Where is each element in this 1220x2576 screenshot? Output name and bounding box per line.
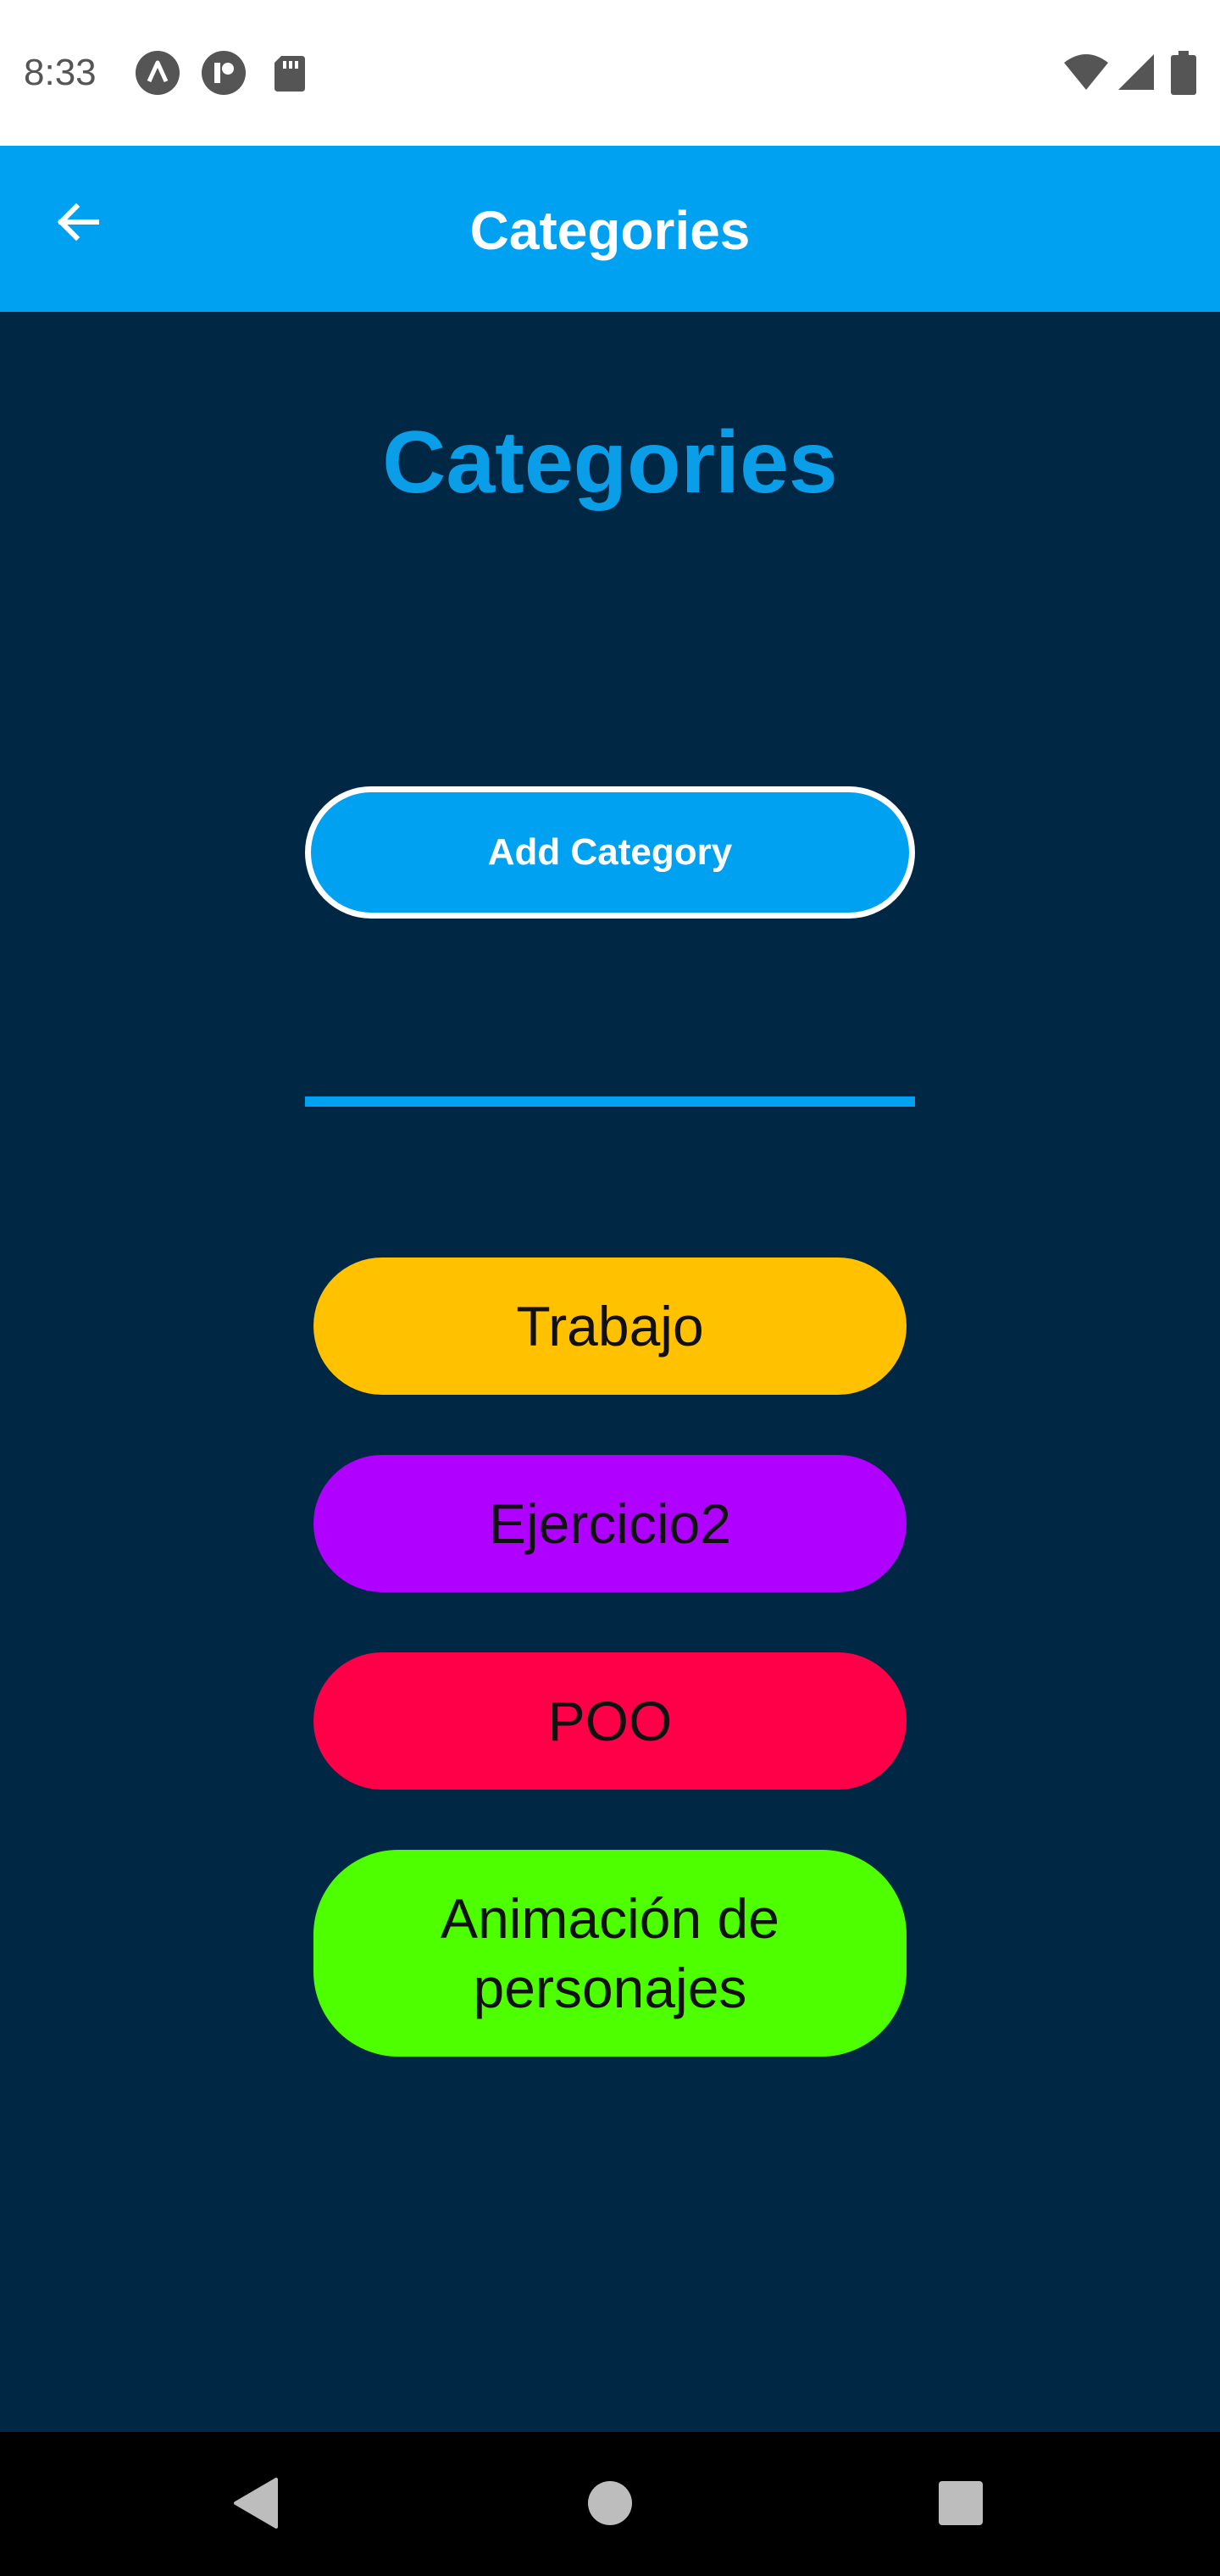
- notification-icon: [202, 51, 246, 95]
- app-bar-title: Categories: [469, 200, 751, 261]
- category-item-trabajo[interactable]: Trabajo: [313, 1257, 907, 1395]
- categories-screen: 8:33 Categories Categories Add Category …: [0, 0, 1220, 2576]
- wifi-icon: [1062, 51, 1110, 95]
- recents-square-icon: [937, 2479, 984, 2531]
- signal-icon: [1115, 51, 1159, 95]
- nav-recents-button[interactable]: [922, 2466, 1000, 2544]
- status-bar: 8:33: [0, 0, 1220, 146]
- system-nav-bar: [0, 2432, 1220, 2576]
- category-item-animacion-de-personajes[interactable]: Animación de personajes: [313, 1850, 907, 2057]
- autofill-icon: [136, 51, 180, 95]
- nav-home-button[interactable]: [571, 2466, 649, 2544]
- home-circle-icon: [586, 2479, 634, 2531]
- battery-icon: [1169, 51, 1198, 95]
- page-title: Categories: [382, 414, 838, 512]
- divider: [305, 1096, 915, 1107]
- app-bar: Categories: [0, 146, 1220, 312]
- nav-back-button[interactable]: [217, 2466, 295, 2544]
- category-item-poo[interactable]: POO: [313, 1652, 907, 1790]
- category-list: Trabajo Ejercicio2 POO Animación de pers…: [313, 1257, 907, 2117]
- category-item-ejercicio2[interactable]: Ejercicio2: [313, 1455, 907, 1592]
- sd-card-icon: [268, 51, 312, 95]
- back-triangle-icon: [230, 2476, 281, 2534]
- add-category-button[interactable]: Add Category: [305, 786, 915, 919]
- status-time: 8:33: [24, 52, 97, 93]
